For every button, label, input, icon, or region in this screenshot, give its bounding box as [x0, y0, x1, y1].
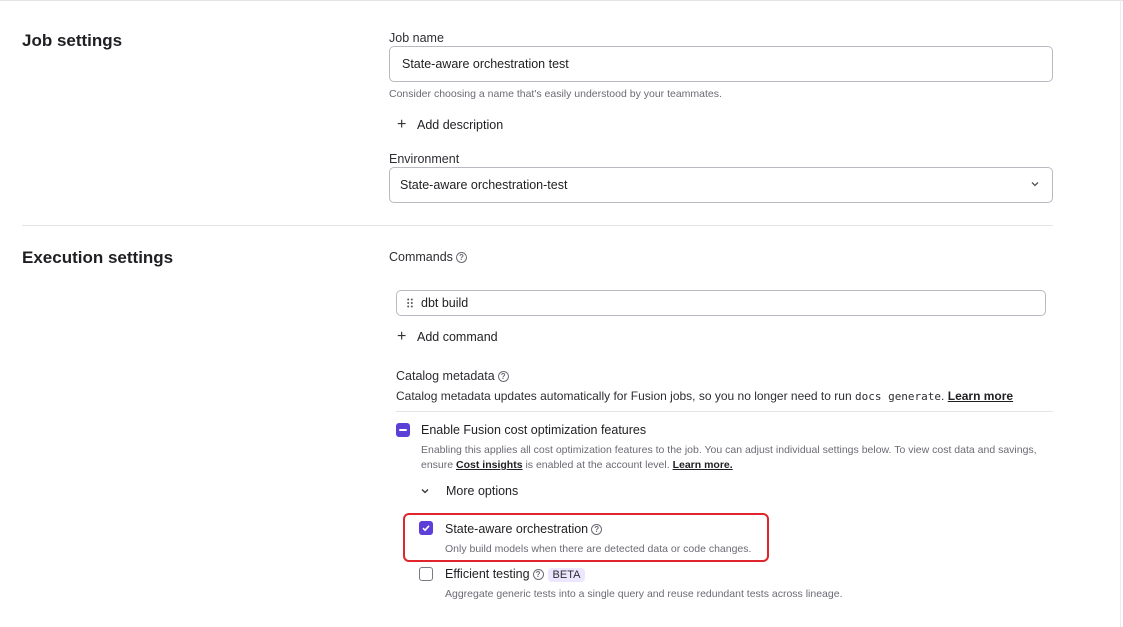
- job-name-label: Job name: [389, 31, 444, 45]
- command-input[interactable]: dbt build: [396, 290, 1046, 316]
- efficient-testing-label: Efficient testing? BETA: [445, 567, 586, 582]
- add-description-label: Add description: [417, 118, 504, 132]
- catalog-label-text: Catalog metadata: [396, 369, 495, 383]
- add-command-button[interactable]: + Add command: [397, 329, 498, 345]
- catalog-divider: [396, 411, 1053, 412]
- cost-insights-link[interactable]: Cost insights: [456, 459, 523, 471]
- add-description-button[interactable]: + Add description: [397, 117, 503, 133]
- environment-label: Environment: [389, 152, 460, 166]
- catalog-text-end: .: [941, 389, 945, 403]
- plus-icon: +: [397, 116, 407, 133]
- help-icon[interactable]: ?: [497, 371, 509, 383]
- job-name-value: State-aware orchestration test: [402, 57, 569, 71]
- command-value: dbt build: [421, 296, 469, 310]
- more-options-label: More options: [446, 484, 519, 498]
- commands-label-text: Commands: [389, 250, 453, 264]
- job-name-helper: Consider choosing a name that's easily u…: [389, 88, 722, 100]
- catalog-code: docs generate: [854, 390, 942, 403]
- help-icon[interactable]: ?: [532, 569, 544, 581]
- highlight-box: [403, 513, 769, 562]
- catalog-metadata-text: Catalog metadata updates automatically f…: [396, 389, 1013, 403]
- add-command-label: Add command: [417, 330, 498, 344]
- efficient-testing-description: Aggregate generic tests into a single qu…: [445, 588, 843, 600]
- fusion-learn-more-link[interactable]: Learn more.: [673, 459, 733, 471]
- commands-label: Commands?: [389, 250, 467, 264]
- more-options-toggle[interactable]: More options: [420, 484, 518, 498]
- environment-select[interactable]: State-aware orchestration-test: [389, 167, 1053, 203]
- environment-value: State-aware orchestration-test: [400, 178, 568, 192]
- fusion-description: Enabling this applies all cost optimizat…: [421, 443, 1061, 473]
- execution-settings-title: Execution settings: [22, 248, 174, 267]
- job-settings-title: Job settings: [22, 31, 123, 50]
- chevron-down-icon: [1030, 176, 1040, 194]
- right-border: [1120, 0, 1121, 627]
- efficient-testing-label-text: Efficient testing: [445, 567, 530, 581]
- fusion-checkbox[interactable]: [396, 423, 410, 437]
- efficient-testing-checkbox[interactable]: [419, 567, 433, 581]
- catalog-text: Catalog metadata updates automatically f…: [396, 389, 855, 403]
- fusion-label: Enable Fusion cost optimization features: [421, 423, 647, 437]
- catalog-learn-more-link[interactable]: Learn more: [948, 389, 1013, 403]
- fusion-desc-mid: is enabled at the account level.: [522, 459, 673, 471]
- drag-handle-icon[interactable]: [407, 298, 413, 308]
- chevron-down-icon: [420, 486, 446, 496]
- top-border: [0, 0, 1123, 1]
- help-icon[interactable]: ?: [455, 252, 467, 264]
- catalog-metadata-label: Catalog metadata?: [396, 369, 509, 383]
- job-name-input[interactable]: State-aware orchestration test: [389, 46, 1053, 82]
- section-divider: [22, 225, 1053, 226]
- plus-icon: +: [397, 328, 407, 345]
- beta-badge: BETA: [547, 567, 586, 582]
